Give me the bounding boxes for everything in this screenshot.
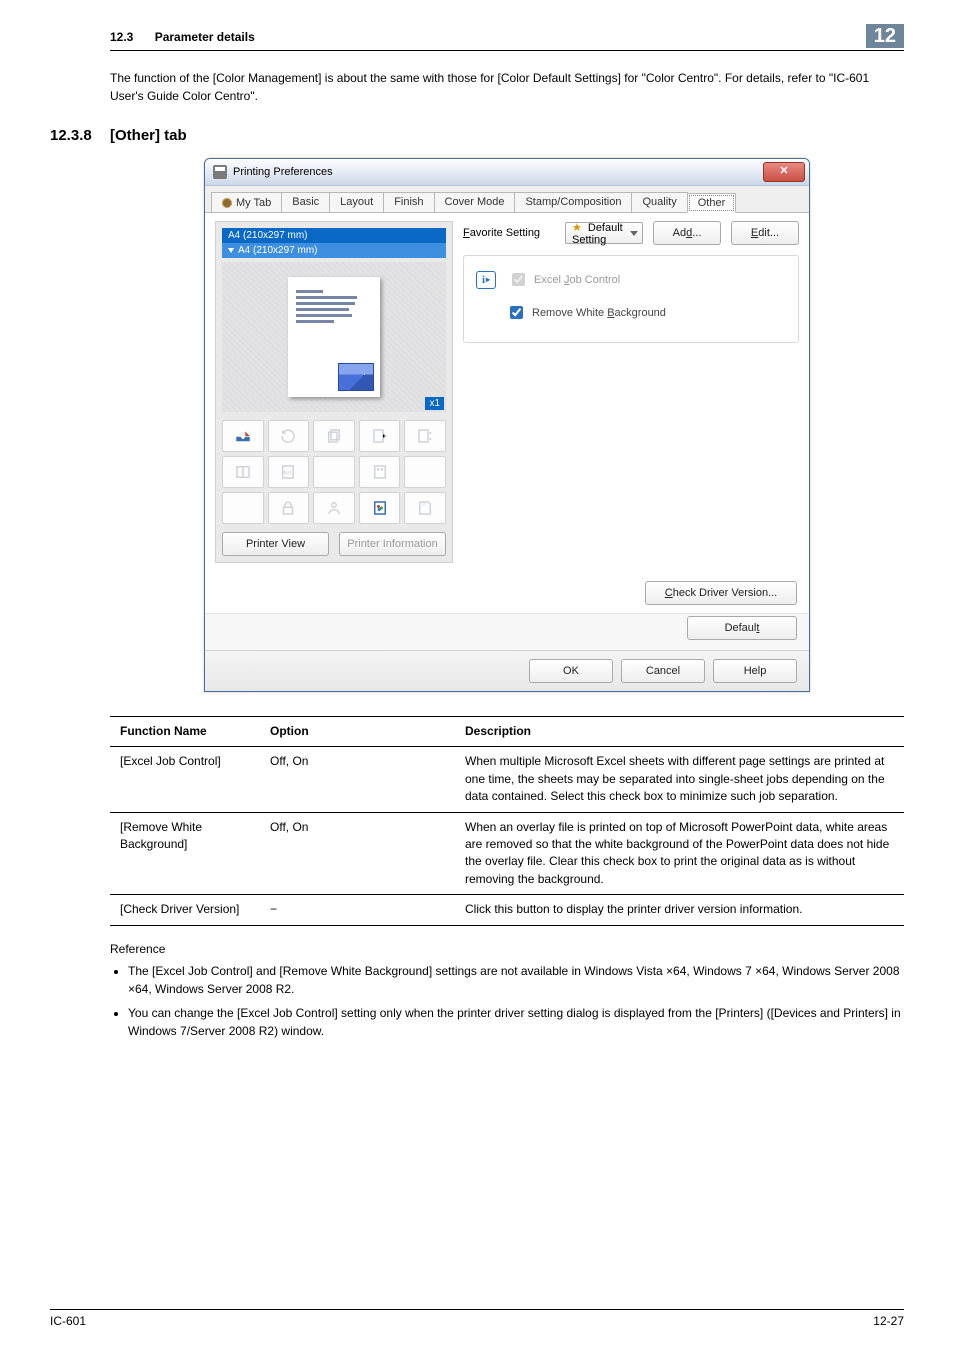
tab-cover-mode[interactable]: Cover Mode — [434, 192, 516, 212]
lock-icon[interactable] — [268, 492, 310, 524]
cell-desc: When an overlay file is printed on top o… — [455, 812, 904, 895]
tab-quality[interactable]: Quality — [631, 192, 687, 212]
excel-job-control-input[interactable] — [512, 273, 525, 286]
footer-right: 12-27 — [873, 1314, 904, 1328]
table-row: [Excel Job Control] Off, On When multipl… — [110, 747, 904, 812]
chevron-down-icon — [630, 231, 638, 236]
preview-option-icons: ABC — [222, 420, 446, 524]
user-icon[interactable] — [313, 492, 355, 524]
subsection-title: [Other] tab — [110, 127, 187, 144]
preview-page-icon — [288, 277, 380, 397]
color-settings-icon[interactable] — [359, 492, 401, 524]
zoom-badge: x1 — [425, 397, 444, 410]
window-titlebar: Printing Preferences ✕ — [205, 159, 809, 186]
spacer-icon-1 — [313, 456, 355, 488]
default-button[interactable]: Default — [687, 616, 797, 640]
save-icon[interactable] — [404, 492, 446, 524]
cell-option: Off, On — [260, 812, 455, 895]
tab-basic[interactable]: Basic — [281, 192, 330, 212]
remove-white-background-checkbox[interactable]: Remove White Background — [506, 303, 786, 322]
dialog-printing-preferences: Printing Preferences ✕ My Tab Basic Layo… — [204, 158, 810, 692]
favorite-setting-row: Favorite Setting ★Default Setting Add...… — [463, 221, 799, 245]
subsection-number: 12.3.8 — [50, 127, 110, 144]
copies-icon[interactable] — [313, 420, 355, 452]
svg-text:ABC: ABC — [283, 470, 294, 476]
check-driver-version-button[interactable]: Check Driver Version... — [645, 581, 797, 605]
table-row: [Remove White Background] Off, On When a… — [110, 812, 904, 895]
page-header: 12.3 Parameter details 12 — [110, 30, 904, 51]
chapter-badge: 12 — [866, 24, 904, 48]
col-description: Description — [455, 717, 904, 747]
preview-photo-icon — [338, 363, 374, 391]
add-favorite-button[interactable]: Add... — [653, 221, 721, 245]
parameter-table: Function Name Option Description [Excel … — [110, 716, 904, 926]
excel-job-control-checkbox[interactable]: Excel Job Control — [508, 270, 620, 289]
list-item: The [Excel Job Control] and [Remove Whit… — [128, 962, 904, 998]
col-function-name: Function Name — [110, 717, 260, 747]
output-tray-icon[interactable] — [222, 420, 264, 452]
reference-heading: Reference — [110, 942, 904, 956]
tab-stamp-composition[interactable]: Stamp/Composition — [514, 192, 632, 212]
edit-favorite-button[interactable]: Edit... — [731, 221, 799, 245]
col-option: Option — [260, 717, 455, 747]
preview-size-original: A4 (210x297 mm) — [222, 228, 446, 243]
punch-icon[interactable] — [404, 420, 446, 452]
spacer-icon-3 — [222, 492, 264, 524]
star-icon: ★ — [572, 222, 582, 234]
remove-white-background-input[interactable] — [510, 306, 523, 319]
booklet-icon[interactable] — [222, 456, 264, 488]
list-item: You can change the [Excel Job Control] s… — [128, 1004, 904, 1040]
cell-name: [Excel Job Control] — [110, 747, 260, 812]
subsection-heading: 12.3.8 [Other] tab — [50, 127, 904, 144]
cancel-button[interactable]: Cancel — [621, 659, 705, 683]
tab-layout[interactable]: Layout — [329, 192, 384, 212]
printer-icon — [213, 165, 227, 179]
dialog-button-bar: OK Cancel Help — [205, 650, 809, 691]
window-close-button[interactable]: ✕ — [763, 162, 805, 182]
header-section-number: 12.3 — [110, 30, 133, 44]
watermark-icon[interactable]: ABC — [268, 456, 310, 488]
page-footer: IC-601 12-27 — [50, 1309, 904, 1328]
printer-view-button[interactable]: Printer View — [222, 532, 329, 556]
cell-option: Off, On — [260, 747, 455, 812]
cell-desc: When multiple Microsoft Excel sheets wit… — [455, 747, 904, 812]
tab-finish[interactable]: Finish — [383, 192, 434, 212]
rotate-icon[interactable] — [268, 420, 310, 452]
info-icon[interactable]: i▸ — [476, 271, 496, 289]
footer-left: IC-601 — [50, 1314, 86, 1328]
preview-size-output: A4 (210x297 mm) — [222, 243, 446, 258]
table-header-row: Function Name Option Description — [110, 717, 904, 747]
printer-information-button[interactable]: Printer Information — [339, 532, 446, 556]
intro-paragraph: The function of the [Color Management] i… — [110, 69, 904, 105]
overlay-icon[interactable] — [359, 456, 401, 488]
arrow-down-icon — [228, 248, 234, 253]
gear-icon — [222, 198, 232, 208]
tab-other[interactable]: Other — [687, 193, 737, 213]
tab-my-tab[interactable]: My Tab — [211, 192, 282, 212]
table-row: [Check Driver Version] − Click this butt… — [110, 895, 904, 925]
other-options-group: i▸ Excel Job Control Remove White Backgr… — [463, 255, 799, 343]
preview-area: x1 — [222, 262, 446, 412]
favorite-setting-dropdown[interactable]: ★Default Setting — [565, 222, 643, 244]
header-section-title: Parameter details — [155, 30, 255, 44]
help-button[interactable]: Help — [713, 659, 797, 683]
cell-option: − — [260, 895, 455, 925]
reference-list: The [Excel Job Control] and [Remove Whit… — [110, 962, 904, 1040]
tabstrip: My Tab Basic Layout Finish Cover Mode St… — [205, 186, 809, 213]
cell-name: [Remove White Background] — [110, 812, 260, 895]
cell-name: [Check Driver Version] — [110, 895, 260, 925]
spacer-icon-2 — [404, 456, 446, 488]
window-title: Printing Preferences — [233, 166, 333, 178]
ok-button[interactable]: OK — [529, 659, 613, 683]
preview-panel: A4 (210x297 mm) A4 (210x297 mm) x1 — [215, 221, 453, 563]
staple-icon[interactable] — [359, 420, 401, 452]
cell-desc: Click this button to display the printer… — [455, 895, 904, 925]
favorite-setting-label: Favorite Setting — [463, 227, 555, 239]
